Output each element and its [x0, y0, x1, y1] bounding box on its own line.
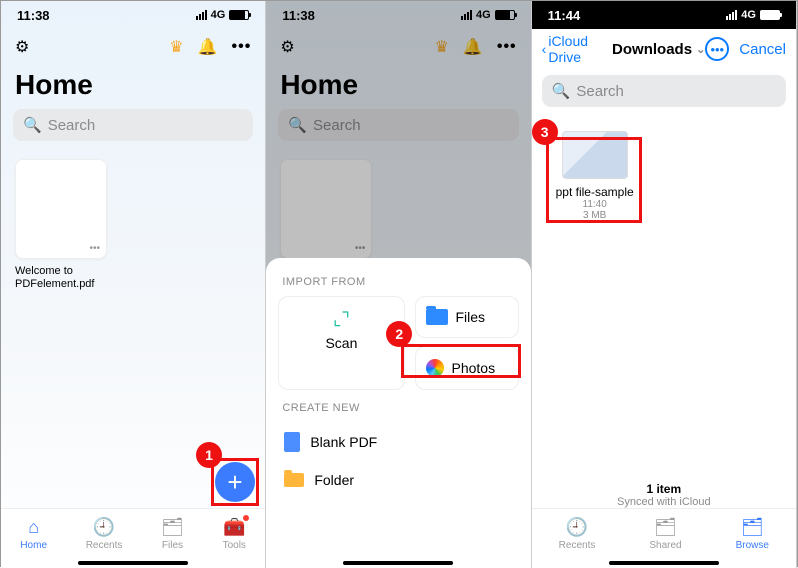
settings-icon[interactable]: ⚙: [15, 37, 29, 57]
network-label: 4G: [211, 9, 226, 21]
home-indicator: [343, 561, 453, 565]
tab-recents[interactable]: 🕘Recents: [86, 517, 123, 551]
step-badge-1: 1: [196, 442, 222, 468]
create-folder[interactable]: Folder: [278, 462, 518, 498]
search-icon: 🔍: [23, 116, 42, 134]
clock-icon: 🕘: [93, 517, 115, 538]
battery-icon: [229, 10, 249, 20]
files-icon: [426, 309, 448, 325]
network-label: 4G: [741, 9, 756, 21]
highlight-box-3: [546, 137, 642, 223]
crown-icon[interactable]: ♛: [169, 37, 183, 57]
nav-bar: ‹iCloud Drive Downloads⌄ ••• Cancel: [532, 29, 796, 69]
create-blank-pdf[interactable]: Blank PDF: [278, 422, 518, 462]
phone-screen-2: 11:38 4G ⚙ ♛ 🔔 ••• Home 🔍 Search ••• Wel…: [266, 1, 531, 568]
tab-files[interactable]: 🗂Files: [161, 517, 184, 551]
tab-recents[interactable]: 🕘Recents: [559, 517, 596, 551]
more-icon[interactable]: •••: [232, 38, 252, 56]
search-input[interactable]: 🔍 Search: [13, 109, 253, 141]
file-more-icon[interactable]: •••: [89, 243, 100, 254]
folder-title[interactable]: Downloads⌄: [612, 41, 705, 58]
phone-screen-1: 11:38 4G ⚙ ♛ 🔔 ••• Home 🔍 Search ••• Wel…: [1, 1, 266, 568]
status-bar: 11:44 4G: [532, 1, 796, 29]
import-section-label: IMPORT FROM: [282, 276, 514, 288]
chevron-left-icon: ‹: [542, 41, 547, 57]
home-icon: ⌂: [28, 517, 39, 538]
status-bar: 11:38 4G: [1, 1, 265, 29]
search-placeholder: Search: [576, 83, 624, 100]
tools-icon: 🧰: [223, 517, 245, 538]
sync-status: Synced with iCloud: [532, 496, 796, 508]
bell-icon[interactable]: 🔔: [198, 37, 218, 57]
home-indicator: [609, 561, 719, 565]
status-time: 11:38: [17, 8, 50, 23]
tab-bar: 🕘Recents 🗂Shared 🗂Browse: [532, 508, 796, 568]
tab-bar: ⌂Home 🕘Recents 🗂Files 🧰Tools: [1, 508, 265, 568]
battery-icon: [760, 10, 780, 20]
action-sheet: IMPORT FROM ⌞⌝ Scan Files Photos CREATE …: [266, 258, 530, 568]
cancel-button[interactable]: Cancel: [739, 41, 786, 58]
tab-home[interactable]: ⌂Home: [20, 517, 47, 551]
step-badge-3: 3: [532, 119, 558, 145]
file-thumbnail: •••: [15, 159, 107, 259]
highlight-box-1: [211, 458, 259, 506]
back-button[interactable]: ‹iCloud Drive: [542, 33, 612, 65]
status-right: 4G: [726, 9, 780, 21]
phone-screen-3: 11:44 4G ‹iCloud Drive Downloads⌄ ••• Ca…: [532, 1, 797, 568]
file-name: Welcome to PDFelement.pdf: [15, 265, 107, 291]
signal-icon: [726, 10, 737, 20]
file-item[interactable]: ••• Welcome to PDFelement.pdf: [15, 159, 107, 291]
search-icon: 🔍: [552, 82, 571, 100]
signal-icon: [196, 10, 207, 20]
tab-tools[interactable]: 🧰Tools: [223, 517, 246, 551]
status-right: 4G: [196, 9, 250, 21]
import-files[interactable]: Files: [415, 296, 519, 338]
item-count: 1 item: [532, 482, 796, 496]
highlight-box-2: [401, 344, 521, 378]
blank-pdf-icon: [284, 432, 300, 452]
import-scan[interactable]: ⌞⌝ Scan: [278, 296, 404, 390]
shared-icon: 🗂: [654, 517, 677, 538]
folder-icon: [284, 473, 304, 487]
search-input[interactable]: 🔍 Search: [542, 75, 786, 107]
scan-icon: ⌞⌝: [331, 309, 351, 329]
more-circle-icon[interactable]: •••: [705, 37, 729, 61]
top-toolbar: ⚙ ♛ 🔔 •••: [1, 29, 265, 65]
search-placeholder: Search: [48, 117, 96, 134]
browse-icon: 🗂: [741, 517, 764, 538]
page-title: Home: [1, 65, 265, 109]
chevron-down-icon: ⌄: [696, 43, 705, 56]
clock-icon: 🕘: [566, 517, 588, 538]
tab-shared[interactable]: 🗂Shared: [649, 517, 681, 551]
create-section-label: CREATE NEW: [282, 402, 514, 414]
tab-browse[interactable]: 🗂Browse: [736, 517, 769, 551]
status-time: 11:44: [548, 8, 581, 23]
folder-icon: 🗂: [161, 517, 184, 538]
sync-footer: 1 item Synced with iCloud: [532, 482, 796, 508]
home-indicator: [78, 561, 188, 565]
